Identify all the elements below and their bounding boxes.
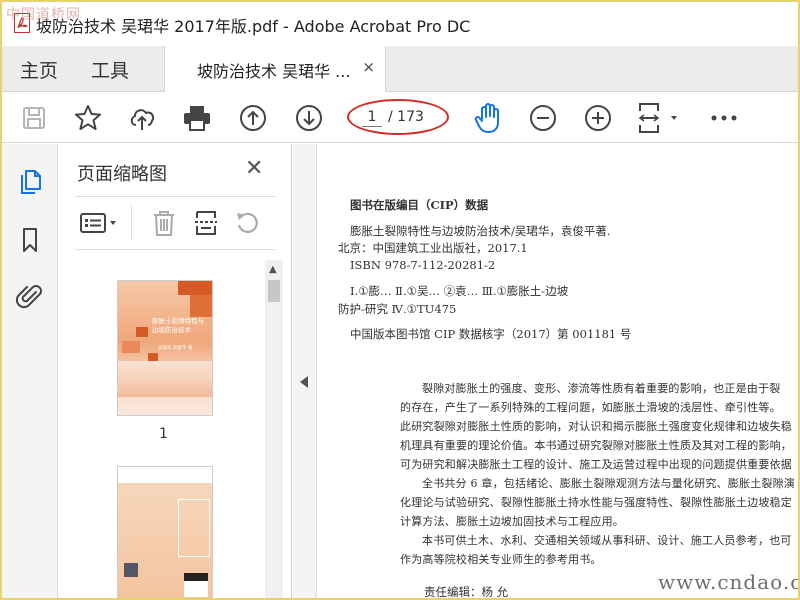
cip-line: 中国版本图书馆 CIP 数据核字（2017）第 001181 号 [350, 327, 632, 341]
toolbar-divider [131, 205, 132, 241]
fit-page-icon[interactable] [634, 101, 684, 135]
paragraph-line: 作为高等院校相关专业师生的参考用书。 [400, 553, 602, 566]
page-thumbnail-1[interactable]: 膨胀土裂隙特性与边坡防治技术 吴珺华 袁俊平 著 [117, 280, 213, 416]
paragraph-line: 机理具有重要的理论价值。本书通过研究裂隙对膨胀土性质及其对工程的影响， [400, 439, 792, 452]
qr-code-icon [124, 563, 138, 577]
thumbnail-cover-author: 吴珺华 袁俊平 著 [158, 346, 193, 351]
cip-line: Ⅰ.①膨… Ⅱ.①吴… ②袁… Ⅲ.①膨胀土-边坡 [350, 284, 569, 298]
window-title: 坡防治技术 吴珺华 2017年版.pdf - Adobe Acrobat Pro… [36, 17, 471, 36]
cip-line: 防护-研究 Ⅳ.①TU475 [338, 302, 457, 316]
paragraph-line: 本书可供土木、水利、交通相关领域从事科研、设计、施工人员参考，也可 [422, 534, 792, 547]
upload-cloud-icon[interactable] [126, 101, 160, 135]
paragraph-line: 裂隙对膨胀土的强度、变形、渗流等性质有着重要的影响，也正是由于裂 [422, 382, 781, 395]
delete-page-icon[interactable] [149, 209, 179, 237]
thumbnail-scrollbar[interactable]: ▲ [265, 260, 283, 598]
close-panel-icon[interactable]: ✕ [245, 156, 263, 181]
more-icon[interactable] [707, 101, 741, 135]
zoom-in-icon[interactable] [581, 101, 615, 135]
hand-tool-icon[interactable] [471, 101, 505, 135]
cip-line: 膨胀土裂隙特性与边坡防治技术/吴珺华，袁俊平著. [350, 224, 611, 238]
paragraph-line: 全书共分 6 章，包括绪论、膨胀土裂隙观测方法与量化研究、膨胀土裂隙演 [422, 477, 795, 490]
page-thumbnail-2[interactable] [117, 466, 213, 598]
extract-page-icon[interactable] [191, 209, 221, 237]
paragraph-line: 可为研究和解决膨胀土工程的设计、施工及运营过程中出现的问题提供重要依据 [400, 458, 792, 471]
page-thumbnails-icon[interactable] [14, 166, 46, 198]
tab-bar: 主页 工具 坡防治技术 吴珺华 ... × [2, 46, 798, 92]
acrobat-window: 坡防治技术 吴珺华 2017年版.pdf - Adobe Acrobat Pro… [0, 0, 800, 600]
close-tab-icon[interactable]: × [362, 58, 375, 76]
print-icon[interactable] [180, 101, 214, 135]
cover-cityscape-image [118, 361, 212, 397]
cip-line: 北京：中国建筑工业出版社，2017.1 [338, 241, 528, 255]
bookmark-star-icon[interactable] [71, 101, 105, 135]
responsible-editor: 责任编辑：杨 允 [424, 585, 509, 599]
paragraph-line: 此研究裂隙对膨胀土性质的影响，对认识和揭示膨胀土强度变化规律和边坡失稳 [400, 420, 792, 433]
panel-collapse-strip[interactable] [293, 144, 317, 598]
document-page: 图书在版编目（CIP）数据 膨胀土裂隙特性与边坡防治技术/吴珺华，袁俊平著. 北… [318, 144, 798, 599]
panel-title: 页面缩略图 [77, 164, 167, 185]
attachments-icon[interactable] [14, 280, 46, 312]
bookmarks-icon[interactable] [14, 224, 46, 256]
tab-tools[interactable]: 工具 [91, 56, 129, 83]
thumbnail-label-1: 1 [159, 426, 168, 442]
barcode-icon [184, 573, 208, 597]
paragraph-line: 计算方法、膨胀土边坡加固技术与工程应用。 [400, 515, 624, 528]
zoom-out-icon[interactable] [526, 101, 560, 135]
thumbnail-list[interactable]: 膨胀土裂隙特性与边坡防治技术 吴珺华 袁俊平 著 1 [59, 260, 265, 598]
cip-line: ISBN 978-7-112-20281-2 [350, 258, 496, 272]
thumbnail-options-icon[interactable] [79, 209, 123, 237]
highlight-annotation-oval [347, 99, 449, 135]
page-up-icon[interactable] [236, 101, 270, 135]
tab-home[interactable]: 主页 [20, 56, 58, 83]
main-toolbar: 1 / 173 [2, 93, 798, 143]
panel-toolbar [75, 196, 275, 250]
paragraph-line: 化理论与试验研究、裂隙性膨胀土持水性能与强度特性、裂隙性膨胀土边坡稳定 [400, 496, 792, 509]
paragraph-line: 的存在，产生了一系列特殊的工程问题，如膨胀土滑坡的浅层性、牵引性等。 [400, 401, 781, 414]
title-bar: 坡防治技术 吴珺华 2017年版.pdf - Adobe Acrobat Pro… [2, 2, 798, 46]
cip-heading: 图书在版编目（CIP）数据 [350, 198, 489, 212]
acrobat-app-icon [14, 13, 30, 33]
rotate-page-icon[interactable] [233, 209, 263, 237]
scroll-up-icon[interactable]: ▲ [269, 264, 277, 275]
tab-document[interactable]: 坡防治技术 吴珺华 ... × [164, 46, 386, 92]
save-icon[interactable] [17, 101, 51, 135]
document-tab-label: 坡防治技术 吴珺华 ... [197, 62, 351, 81]
scrollbar-thumb[interactable] [268, 280, 280, 302]
page-down-icon[interactable] [292, 101, 326, 135]
thumbnails-panel: 页面缩略图 ✕ 膨胀土裂隙特性与边坡防治技术 吴珺华 袁俊平 著 1 ▲ [59, 144, 292, 598]
left-navigation-rail [2, 144, 58, 598]
collapse-arrow-icon[interactable] [300, 376, 308, 388]
thumbnail-cover-title: 膨胀土裂隙特性与边坡防治技术 [152, 317, 204, 334]
